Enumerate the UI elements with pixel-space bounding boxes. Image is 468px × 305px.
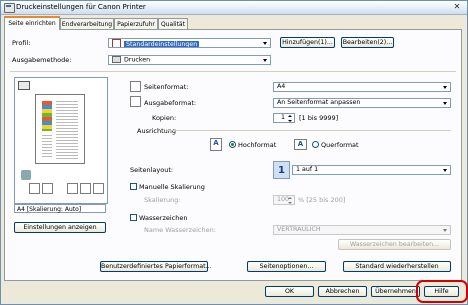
portrait-radio[interactable] xyxy=(229,141,236,148)
print-icon xyxy=(112,56,121,63)
output-method-select[interactable]: Drucken xyxy=(108,55,271,65)
chevron-down-icon xyxy=(261,40,269,46)
profile-value: Standardeinstellungen xyxy=(124,40,200,48)
edit-profile-button[interactable]: Bearbeiten(2)... xyxy=(341,37,394,48)
chevron-down-icon xyxy=(441,167,449,173)
page-preview xyxy=(14,77,108,204)
scaling-input[interactable]: 100 xyxy=(273,195,295,205)
watermark-label: Wasserzeichen xyxy=(139,214,188,222)
divider xyxy=(168,130,451,131)
printer-settings-dialog: Druckeinstellungen für Canon Printer ✕ S… xyxy=(0,0,468,305)
tab-paper-source[interactable]: Papierzufuhr xyxy=(114,18,158,29)
spinner-icon[interactable] xyxy=(287,196,294,204)
orientation-label: Ausrichtung xyxy=(137,127,177,135)
chevron-down-icon xyxy=(441,100,449,106)
portrait-label: Hochformat xyxy=(238,141,277,149)
preview-page xyxy=(35,94,85,164)
cancel-button[interactable]: Abbrechen xyxy=(318,286,367,297)
layout-icon-1[interactable] xyxy=(29,183,40,194)
page-layout-icon: 1 xyxy=(273,161,290,179)
window-title: Druckeinstellungen für Canon Printer xyxy=(16,3,146,11)
layout-icon-2[interactable] xyxy=(42,183,53,194)
copies-label: Kopien: xyxy=(152,114,177,122)
page-size-value: A4 xyxy=(277,83,286,90)
page-options-button[interactable]: Seitenoptionen... xyxy=(247,261,326,272)
tab-finishing[interactable]: Endverarbeitung xyxy=(60,18,114,29)
close-icon[interactable]: ✕ xyxy=(450,2,464,12)
output-size-label: Ausgabeformat: xyxy=(144,99,197,107)
restore-defaults-button[interactable]: Standard wiederherstellen xyxy=(343,261,451,272)
output-method-label: Ausgabemethode: xyxy=(12,56,72,64)
layout-icon-4[interactable] xyxy=(80,183,91,194)
profile-icon xyxy=(112,39,121,47)
preview-caption: A4 [Skalierung: Auto] xyxy=(14,204,106,213)
layout-icon-5[interactable] xyxy=(93,183,104,194)
portrait-icon: A xyxy=(210,138,222,151)
landscape-label: Querformat xyxy=(321,141,359,149)
output-size-select[interactable]: An Seitenformat anpassen xyxy=(273,98,451,108)
copies-range: [1 bis 9999] xyxy=(299,114,339,122)
chevron-down-icon xyxy=(261,57,269,63)
add-profile-button[interactable]: Hinzufügen(1)... xyxy=(280,37,335,48)
layout-icon-3[interactable] xyxy=(67,183,78,194)
scaling-range: % [25 bis 200] xyxy=(298,196,346,204)
page-layout-select[interactable]: 1 auf 1 xyxy=(292,165,451,175)
output-method-value: Drucken xyxy=(124,56,151,64)
apply-button[interactable]: Übernehmen xyxy=(371,286,420,297)
page-setup-panel: Profil: Standardeinstellungen Hinzufügen… xyxy=(4,29,462,281)
manual-scaling-checkbox[interactable] xyxy=(130,183,137,190)
preview-mode-icon[interactable] xyxy=(18,81,30,90)
scaling-label: Skalierung: xyxy=(144,196,181,204)
spinner-icon[interactable] xyxy=(287,114,294,122)
edit-watermark-button[interactable]: Wasserzeichen bearbeiten... xyxy=(338,239,451,250)
page-size-icon xyxy=(130,81,141,92)
landscape-icon: A xyxy=(294,139,307,150)
watermark-value: VERTRAULICH xyxy=(277,226,321,233)
landscape-radio[interactable] xyxy=(312,141,319,148)
title-bar: Druckeinstellungen für Canon Printer ✕ xyxy=(1,1,467,15)
ok-button[interactable]: OK xyxy=(265,286,314,297)
profile-select[interactable]: Standardeinstellungen xyxy=(108,38,271,48)
output-size-icon xyxy=(130,96,141,107)
copies-value: 1 xyxy=(280,114,285,121)
output-size-value: An Seitenformat anpassen xyxy=(277,99,361,106)
page-layout-value: 1 auf 1 xyxy=(296,166,319,173)
show-settings-button[interactable]: Einstellungen anzeigen xyxy=(14,222,106,233)
tab-page-setup[interactable]: Seite einrichten xyxy=(4,16,60,30)
watermark-select[interactable]: VERTRAULICH xyxy=(273,225,451,235)
printer-icon xyxy=(4,3,15,13)
help-highlight xyxy=(416,280,468,303)
watermark-name-label: Name Wasserzeichen: xyxy=(144,226,216,234)
copies-input[interactable]: 1 xyxy=(273,113,295,123)
chevron-down-icon xyxy=(441,227,449,233)
watermark-checkbox[interactable] xyxy=(130,214,137,221)
chevron-down-icon xyxy=(441,84,449,90)
profile-label: Profil: xyxy=(12,39,31,47)
printer-preview-icon xyxy=(21,170,31,180)
page-size-label: Seitenformat: xyxy=(144,83,189,91)
divider xyxy=(10,71,456,72)
page-size-select[interactable]: A4 xyxy=(273,82,451,92)
page-layout-label: Seitenlayout: xyxy=(130,166,174,174)
tab-quality[interactable]: Qualität xyxy=(158,18,188,29)
manual-scaling-label: Manuelle Skalierung xyxy=(139,183,205,191)
custom-paper-size-button[interactable]: Benutzerdefiniertes Papierformat... xyxy=(100,261,212,272)
